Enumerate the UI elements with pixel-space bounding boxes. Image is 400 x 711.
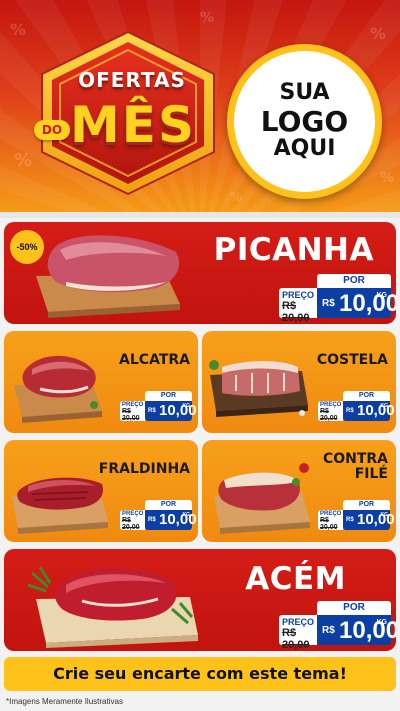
price-new-box: R$ 10,00 KG	[145, 401, 197, 421]
product-card-fraldinha: FRALDINHA POR PREÇO R$ 20,00 R$ 10,00 KG	[4, 440, 198, 542]
badge-mes: MÊS	[70, 96, 196, 154]
percent-decor: %	[370, 24, 387, 43]
price-old-value: R$ 20,00	[122, 517, 140, 531]
costela-image	[206, 345, 312, 425]
price-tag: POR PREÇO R$ 20,00 R$ 10,00 KG	[318, 391, 395, 425]
price-value: 10,00	[339, 617, 396, 644]
product-name: ALCATRA	[119, 352, 190, 368]
price-preco-label: PREÇO	[282, 290, 315, 300]
price-value: 10,00	[357, 402, 395, 419]
price-new-box: R$ 10,00 KG	[343, 401, 395, 421]
price-tag: POR PREÇO R$ 20,00 R$ 10,00 KG	[279, 274, 396, 324]
price-unit: KG	[376, 292, 388, 299]
price-old-value: R$ 20,00	[282, 300, 310, 324]
price-currency: R$	[148, 517, 156, 523]
product-name: PICANHA	[213, 232, 374, 268]
price-currency: R$	[322, 625, 335, 636]
price-por-label: POR	[343, 391, 390, 401]
product-card-contra-file: CONTRA FILÉ POR PREÇO R$ 20,00 R$ 10,00 …	[202, 440, 396, 542]
percent-decor: %	[380, 170, 395, 186]
price-unit: KG	[376, 619, 388, 626]
price-value: 10,00	[159, 402, 197, 419]
logo-line-1: SUA	[279, 80, 330, 106]
price-por-label: POR	[343, 500, 390, 510]
product-name-line-1: CONTRA	[322, 451, 388, 467]
picanha-image	[26, 226, 186, 322]
price-new-box: R$ 10,00 KG	[343, 510, 395, 530]
price-unit: KG	[182, 403, 191, 409]
price-currency: R$	[148, 408, 156, 414]
alcatra-image	[10, 345, 106, 425]
product-name: FRALDINHA	[98, 461, 190, 477]
header-divider	[0, 212, 400, 218]
logo-line-2: LOGO	[260, 104, 349, 138]
price-currency: R$	[346, 408, 354, 414]
price-old-box: PREÇO R$ 20,00	[318, 401, 343, 422]
price-old-value: R$ 20,00	[320, 517, 338, 531]
price-old-box: PREÇO R$ 20,00	[279, 615, 317, 651]
ofertas-do-mes-badge: OFERTAS DO MÊS	[28, 28, 228, 198]
price-por-label: POR	[317, 274, 391, 288]
price-tag: POR PREÇO R$ 20,00 R$ 10,00 KG	[318, 500, 395, 534]
price-por-label: POR	[145, 500, 192, 510]
percent-decor: %	[200, 10, 215, 26]
percent-decor: %	[230, 190, 243, 204]
price-unit: KG	[380, 512, 389, 518]
price-currency: R$	[322, 298, 335, 309]
product-name: CONTRA FILÉ	[323, 452, 388, 481]
product-name: ACÉM	[245, 561, 346, 597]
percent-decor: %	[10, 20, 27, 39]
price-new-box: R$ 10,00 KG	[317, 615, 396, 645]
price-tag: POR PREÇO R$ 20,00 R$ 10,00 KG	[279, 601, 396, 651]
logo-placeholder: SUA LOGO AQUI	[227, 44, 382, 199]
price-old-box: PREÇO R$ 20,00	[120, 401, 145, 422]
price-old-value: R$ 20,00	[282, 627, 310, 651]
price-value: 10,00	[357, 511, 395, 528]
price-currency: R$	[346, 517, 354, 523]
price-old-value: R$ 20,00	[320, 408, 338, 422]
price-por-label: POR	[145, 391, 192, 401]
price-value: 10,00	[339, 290, 396, 317]
price-tag: POR PREÇO R$ 20,00 R$ 10,00 KG	[120, 391, 197, 425]
price-new-box: R$ 10,00 KG	[145, 510, 197, 530]
logo-line-3: AQUI	[273, 136, 336, 162]
price-unit: KG	[380, 403, 389, 409]
acem-image	[22, 553, 202, 649]
price-tag: POR PREÇO R$ 20,00 R$ 10,00 KG	[120, 500, 197, 534]
footer-banner: Crie seu encarte com este tema!	[4, 657, 396, 691]
price-old-box: PREÇO R$ 20,00	[120, 510, 145, 531]
product-card-costela: COSTELA POR PREÇO R$ 20,00 R$ 10,00 KG	[202, 331, 396, 433]
contra-file-image	[208, 454, 314, 536]
price-value: 10,00	[159, 511, 197, 528]
badge-ofertas: OFERTAS	[78, 68, 186, 92]
product-name-line-2: FILÉ	[354, 465, 388, 482]
product-name: COSTELA	[316, 352, 388, 368]
price-preco-label: PREÇO	[282, 617, 315, 627]
price-unit: KG	[182, 512, 191, 518]
product-card-acem: ACÉM POR PREÇO R$ 20,00 R$ 10,00 KG	[4, 549, 396, 651]
product-card-picanha: -50% PICANHA POR PREÇO R$ 20,00 R$ 10,00…	[4, 222, 396, 324]
price-old-box: PREÇO R$ 20,00	[279, 288, 317, 324]
price-old-value: R$ 20,00	[122, 408, 140, 422]
disclaimer: *Imagens Meramente Ilustrativas	[6, 697, 123, 706]
header: % % % % % % OFERTAS DO MÊS SUA LOGO AQUI	[0, 0, 400, 212]
price-old-box: PREÇO R$ 20,00	[318, 510, 343, 531]
badge-do: DO	[34, 120, 70, 140]
flyer-page: % % % % % % OFERTAS DO MÊS SUA LOGO AQUI…	[0, 0, 400, 711]
price-new-box: R$ 10,00 KG	[317, 288, 396, 318]
price-por-label: POR	[317, 601, 391, 615]
product-card-alcatra: ALCATRA POR PREÇO R$ 20,00 R$ 10,00 KG	[4, 331, 198, 433]
